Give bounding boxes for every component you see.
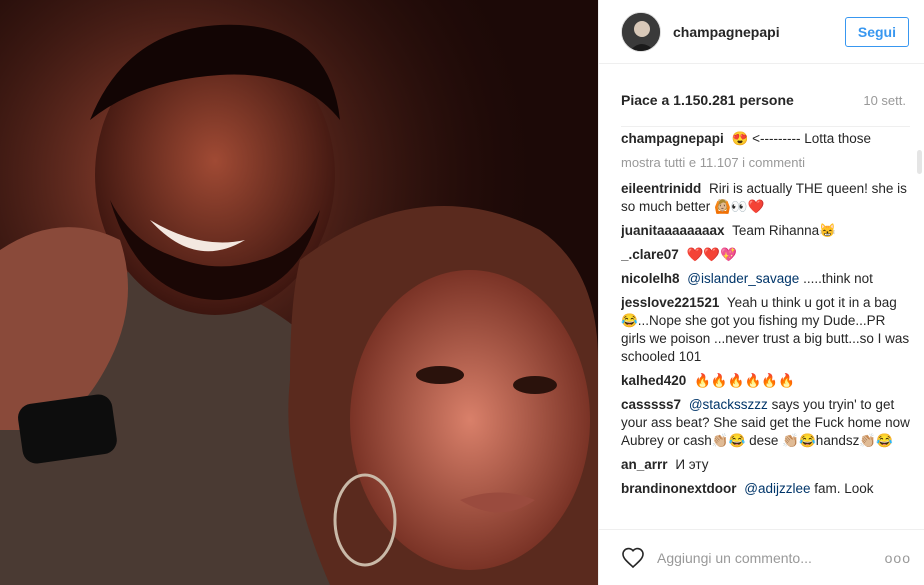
post-header: champagnepapi Segui [599,0,924,64]
list-item: kalhed420 🔥🔥🔥🔥🔥🔥 [621,372,910,390]
comment-text: 🔥🔥🔥🔥🔥🔥 [694,373,795,388]
list-item: casssss7 @stacksszzz says you tryin' to … [621,396,910,450]
instagram-post: champagnepapi Segui Piace a 1.150.281 pe… [0,0,924,585]
comment-username[interactable]: jesslove221521 [621,295,719,310]
heart-outline-icon[interactable] [621,546,645,570]
post-username[interactable]: champagnepapi [673,24,845,40]
comment-bar: ooo [599,529,924,585]
post-photo[interactable] [0,0,598,585]
list-item: jesslove221521 Yeah u think u got it in … [621,294,910,366]
comment-text: fam. Look [810,481,874,496]
comment-text: И эту [675,457,709,472]
follow-button[interactable]: Segui [844,16,909,47]
comment-username[interactable]: nicolelh8 [621,271,680,286]
comment-mention[interactable]: @islander_savage [687,271,799,286]
selfie-image [0,0,598,585]
list-item: brandinonextdoor @adijzzlee fam. Look [621,480,910,498]
comments-scrollbar[interactable] [917,150,922,174]
comment-mention[interactable]: @adijzzlee [744,481,810,496]
comment-username[interactable]: kalhed420 [621,373,686,388]
comment-mention[interactable]: @stacksszzz [689,397,768,412]
list-item: eileentrinidd Riri is actually THE queen… [621,180,910,216]
avatar-image [622,12,660,51]
post-side-panel: champagnepapi Segui Piace a 1.150.281 pe… [598,0,924,585]
caption: champagnepapi 😍 <--------- Lotta those [621,130,910,148]
comment-username[interactable]: eileentrinidd [621,181,701,196]
caption-username[interactable]: champagnepapi [621,131,724,146]
comment-username[interactable]: brandinonextdoor [621,481,737,496]
comment-text: Team Rihanna😸 [732,223,836,238]
comment-text: ❤️❤️💖 [686,247,738,262]
more-options-icon[interactable]: ooo [885,550,911,566]
likes-row: Piace a 1.150.281 persone 10 sett. [621,90,906,110]
add-comment-input[interactable] [657,549,885,566]
comment-username[interactable]: juanitaaaaaaaax [621,223,725,238]
comments-list[interactable]: champagnepapi 😍 <--------- Lotta those m… [621,126,910,527]
comment-text: .....think not [799,271,873,286]
likes-count[interactable]: Piace a 1.150.281 persone [621,92,794,108]
comment-username[interactable]: _.clare07 [621,247,679,262]
caption-text: 😍 <--------- Lotta those [731,131,872,146]
list-item: an_arrr И эту [621,456,910,474]
comment-username[interactable]: an_arrr [621,457,668,472]
show-all-comments-link[interactable]: mostra tutti e 11.107 i commenti [621,154,910,172]
list-item: juanitaaaaaaaax Team Rihanna😸 [621,222,910,240]
list-item: _.clare07 ❤️❤️💖 [621,246,910,264]
avatar[interactable] [621,11,661,52]
post-timestamp[interactable]: 10 sett. [863,93,906,108]
comment-username[interactable]: casssss7 [621,397,681,412]
list-item: nicolelh8 @islander_savage .....think no… [621,270,910,288]
